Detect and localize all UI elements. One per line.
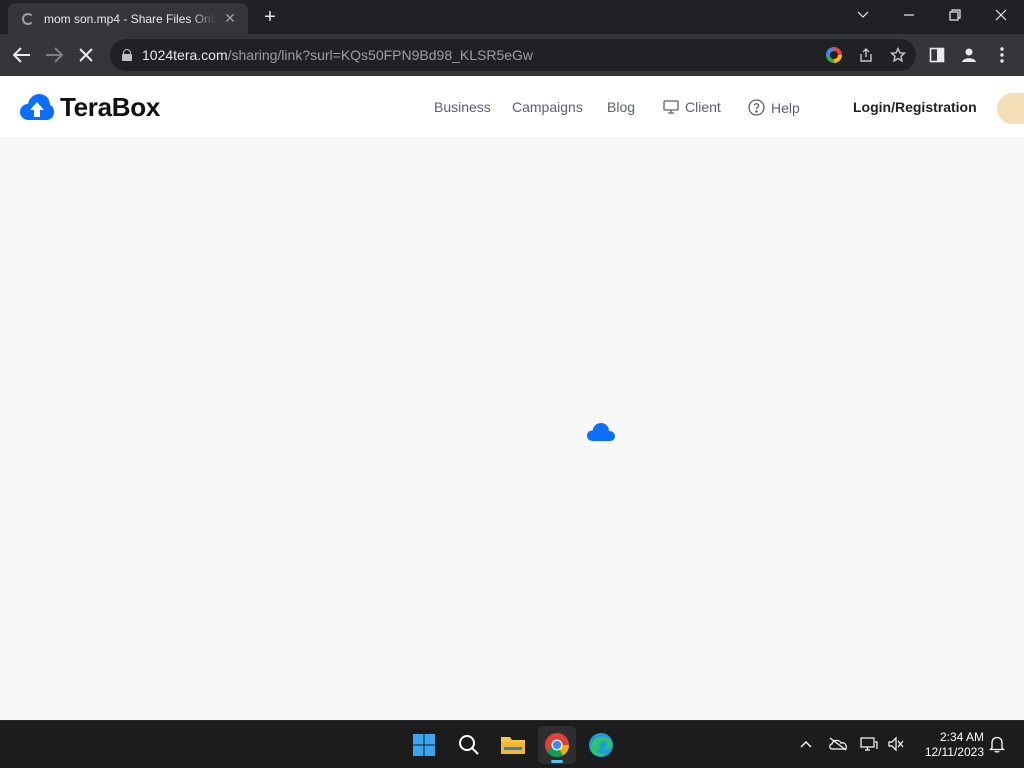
menu-dots-icon[interactable] <box>989 42 1015 68</box>
url-path: /sharing/link?surl=KQs50FPN9Bd98_KLSR5eG… <box>227 47 534 63</box>
share-icon[interactable] <box>856 45 876 65</box>
nav-help-label: Help <box>771 99 800 116</box>
browser-tabstrip: mom son.mp4 - Share Files Online ✕ + <box>0 0 1024 34</box>
terabox-cloud-icon <box>20 93 54 120</box>
edge-icon[interactable] <box>582 726 620 764</box>
back-icon[interactable] <box>9 42 35 68</box>
header-cta-button[interactable] <box>997 93 1024 124</box>
windows-start-icon[interactable] <box>405 726 443 764</box>
search-icon[interactable] <box>450 726 488 764</box>
login-registration-link[interactable]: Login/Registration <box>853 99 977 115</box>
address-bar[interactable]: 1024tera.com/sharing/link?surl=KQs50FPN9… <box>110 39 916 71</box>
lock-icon[interactable] <box>122 49 132 61</box>
show-hidden-icons-chevron[interactable] <box>795 733 817 755</box>
profile-icon[interactable] <box>956 42 982 68</box>
volume-muted-icon[interactable] <box>885 733 907 755</box>
restore-icon[interactable] <box>932 0 978 30</box>
windows-taskbar: 2:34 AM 12/11/2023 <box>0 720 1024 768</box>
nav-campaigns[interactable]: Campaigns <box>512 99 583 115</box>
minimize-icon[interactable] <box>886 0 932 30</box>
tab-search-icon[interactable] <box>840 0 886 30</box>
monitor-icon <box>663 100 679 114</box>
new-tab-button[interactable]: + <box>258 6 282 28</box>
close-icon[interactable] <box>978 0 1024 30</box>
site-header: TeraBox Business Campaigns Blog Client H… <box>0 76 1024 139</box>
nav-help[interactable]: Help <box>748 99 800 116</box>
file-explorer-icon[interactable] <box>494 726 532 764</box>
nav-client-label: Client <box>685 99 721 115</box>
cloud-loading-icon <box>586 420 616 447</box>
tab-close-icon[interactable]: ✕ <box>222 10 238 27</box>
stop-loading-icon[interactable] <box>73 42 99 68</box>
nav-client[interactable]: Client <box>663 99 721 115</box>
loading-spinner-icon <box>22 12 34 25</box>
page-content <box>0 139 1024 720</box>
logo-text: TeraBox <box>60 92 161 122</box>
browser-toolbar: 1024tera.com/sharing/link?surl=KQs50FPN9… <box>0 34 1024 76</box>
forward-icon[interactable] <box>41 42 67 68</box>
google-lens-icon[interactable] <box>824 45 844 65</box>
clock-time: 2:34 AM <box>939 730 984 744</box>
notifications-icon[interactable] <box>986 733 1008 755</box>
display-icon[interactable] <box>858 733 880 755</box>
url-host: 1024tera.com <box>142 47 228 63</box>
chrome-icon[interactable] <box>538 726 576 764</box>
terabox-logo[interactable]: TeraBox <box>20 92 160 123</box>
tab-title: mom son.mp4 - Share Files Online <box>44 11 216 26</box>
onedrive-icon[interactable] <box>827 733 849 755</box>
help-circle-icon <box>748 99 765 116</box>
nav-business[interactable]: Business <box>434 99 491 115</box>
browser-tab[interactable]: mom son.mp4 - Share Files Online ✕ <box>8 3 248 34</box>
side-panel-icon[interactable] <box>924 42 950 68</box>
system-clock[interactable]: 2:34 AM 12/11/2023 <box>914 730 984 760</box>
bookmark-star-icon[interactable] <box>888 45 908 65</box>
clock-date: 12/11/2023 <box>924 745 984 759</box>
nav-blog[interactable]: Blog <box>607 99 635 115</box>
